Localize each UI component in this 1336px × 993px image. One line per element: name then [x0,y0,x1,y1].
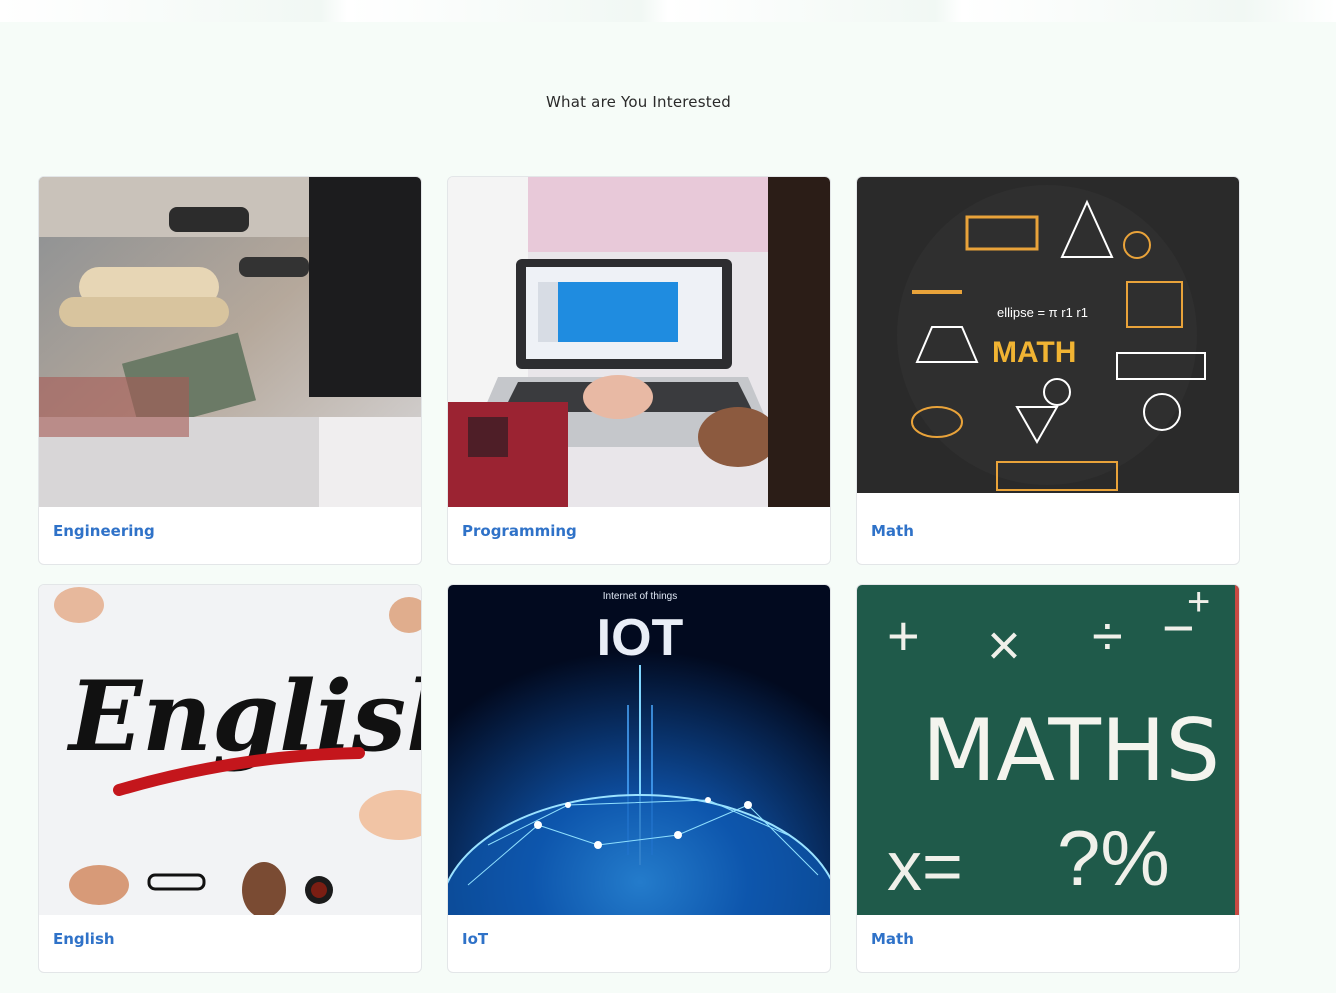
category-image-english: English [39,585,421,915]
category-card-engineering[interactable]: Engineering [38,176,422,565]
category-image-maths: + × ÷ − + MATHS x= ?% [857,585,1239,915]
math-image-title: MATH [992,336,1076,369]
english-image-title: English [66,660,421,773]
category-label[interactable]: Math [871,930,914,948]
category-label[interactable]: IoT [462,930,488,948]
category-card-english[interactable]: English English [38,584,422,973]
category-image-programming [448,177,830,507]
category-label[interactable]: Engineering [53,522,155,540]
category-image-engineering [39,177,421,507]
page: What are You Interested Engineering Prog… [0,0,1336,993]
category-card-maths[interactable]: + × ÷ − + MATHS x= ?% Math [856,584,1240,973]
category-card-programming[interactable]: Programming [447,176,831,565]
svg-text:ellipse = π r1 r1: ellipse = π r1 r1 [997,305,1088,320]
top-navbar-strip [0,0,1336,22]
category-image-iot: Internet of things IOT [448,585,830,915]
section-heading: What are You Interested [546,93,731,111]
svg-text:+: + [1187,585,1210,624]
category-card-math[interactable]: MATH ellipse = π r1 r1 Math [856,176,1240,565]
category-card-iot[interactable]: Internet of things IOT IoT [447,584,831,973]
svg-text:×: × [987,613,1021,678]
category-label[interactable]: English [53,930,115,948]
category-label[interactable]: Programming [462,522,577,540]
svg-text:x=: x= [887,827,963,905]
svg-text:+: + [887,604,920,667]
iot-image-subtitle: Internet of things [603,591,678,602]
svg-text:÷: ÷ [1092,604,1123,667]
maths-image-title: MATHS [922,701,1220,801]
category-label[interactable]: Math [871,522,914,540]
svg-text:?%: ?% [1057,814,1170,902]
category-image-math: MATH ellipse = π r1 r1 [857,177,1239,493]
iot-image-title: IOT [597,609,684,667]
